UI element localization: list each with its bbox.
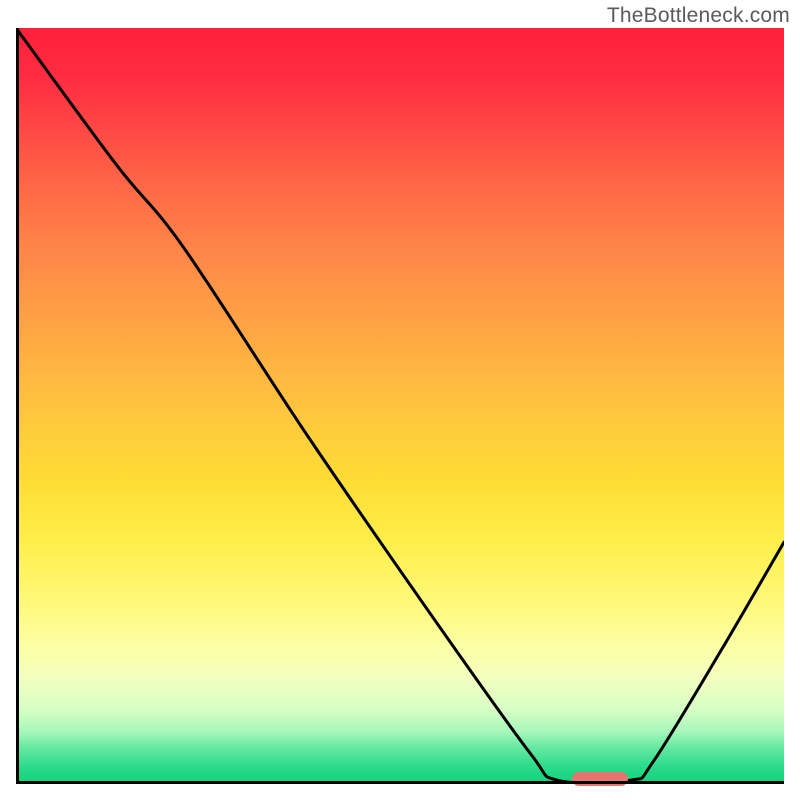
bottleneck-curve <box>16 28 784 784</box>
optimum-marker <box>572 772 628 786</box>
watermark-text: TheBottleneck.com <box>607 4 790 28</box>
chart-container: TheBottleneck.com <box>0 0 800 800</box>
